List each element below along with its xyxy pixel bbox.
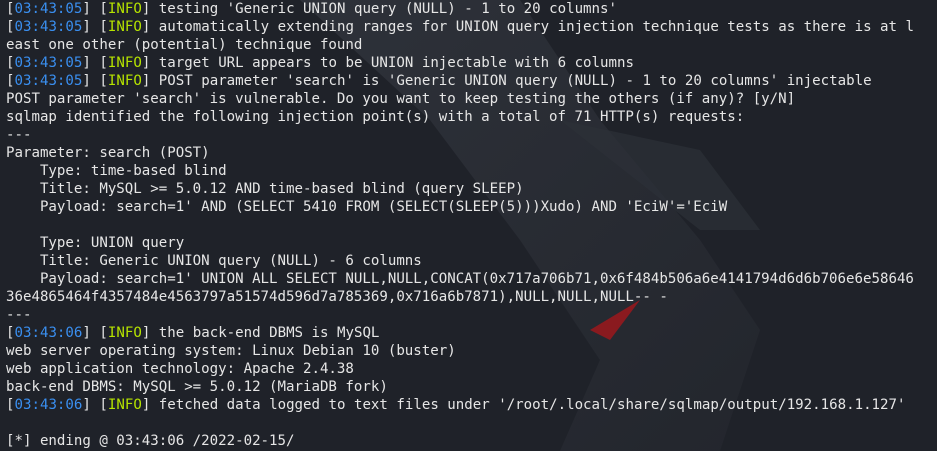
log-message: automatically extending ranges for UNION… — [150, 19, 914, 35]
output-line: --- — [6, 127, 32, 143]
output-line: web server operating system: Linux Debia… — [6, 343, 456, 359]
output-line: Parameter: search (POST) — [6, 145, 210, 161]
log-message: fetched data logged to text files under … — [150, 397, 906, 413]
log-level: INFO — [107, 1, 142, 17]
terminal-output[interactable]: [03:43:05] [INFO] testing 'Generic UNION… — [0, 0, 937, 451]
log-level: INFO — [107, 19, 142, 35]
output-line: --- — [6, 307, 32, 323]
output-line: sqlmap identified the following injectio… — [6, 109, 745, 125]
log-line: [03:43:05] [INFO] automatically extendin… — [6, 19, 914, 35]
log-message: the back-end DBMS is MySQL — [150, 325, 380, 341]
log-timestamp: 03:43:05 — [14, 73, 83, 89]
log-line: [03:43:06] [INFO] fetched data logged to… — [6, 397, 906, 413]
log-level: INFO — [107, 325, 142, 341]
output-line: [*] ending @ 03:43:06 /2022-02-15/ — [6, 433, 295, 449]
log-line: [03:43:05] [INFO] target URL appears to … — [6, 55, 634, 71]
output-line: back-end DBMS: MySQL >= 5.0.12 (MariaDB … — [6, 379, 388, 395]
log-level: INFO — [107, 55, 142, 71]
output-line: web application technology: Apache 2.4.3… — [6, 361, 354, 377]
log-timestamp: 03:43:05 — [14, 55, 83, 71]
output-line: east one other (potential) technique fou… — [6, 37, 363, 53]
log-message: POST parameter 'search' is 'Generic UNIO… — [150, 73, 872, 89]
log-line: [03:43:05] [INFO] POST parameter 'search… — [6, 73, 872, 89]
log-level: INFO — [107, 397, 142, 413]
log-line: [03:43:05] [INFO] testing 'Generic UNION… — [6, 1, 617, 17]
output-line: Title: MySQL >= 5.0.12 AND time-based bl… — [6, 181, 524, 197]
output-line: Title: Generic UNION query (NULL) - 6 co… — [6, 253, 422, 269]
log-timestamp: 03:43:05 — [14, 1, 83, 17]
log-message: target URL appears to be UNION injectabl… — [150, 55, 634, 71]
log-timestamp: 03:43:06 — [14, 397, 83, 413]
log-message: testing 'Generic UNION query (NULL) - 1 … — [150, 1, 617, 17]
log-line: [03:43:06] [INFO] the back-end DBMS is M… — [6, 325, 380, 341]
output-line: Type: UNION query — [6, 235, 185, 251]
output-line: Payload: search=1' UNION ALL SELECT NULL… — [6, 271, 914, 287]
log-timestamp: 03:43:05 — [14, 19, 83, 35]
output-line: 36e4865464f4357484e4563797a51574d596d7a7… — [6, 289, 668, 305]
log-level: INFO — [107, 73, 142, 89]
output-line: Type: time-based blind — [6, 163, 227, 179]
output-line: Payload: search=1' AND (SELECT 5410 FROM… — [6, 199, 728, 215]
output-line: POST parameter 'search' is vulnerable. D… — [6, 91, 796, 107]
log-timestamp: 03:43:06 — [14, 325, 83, 341]
